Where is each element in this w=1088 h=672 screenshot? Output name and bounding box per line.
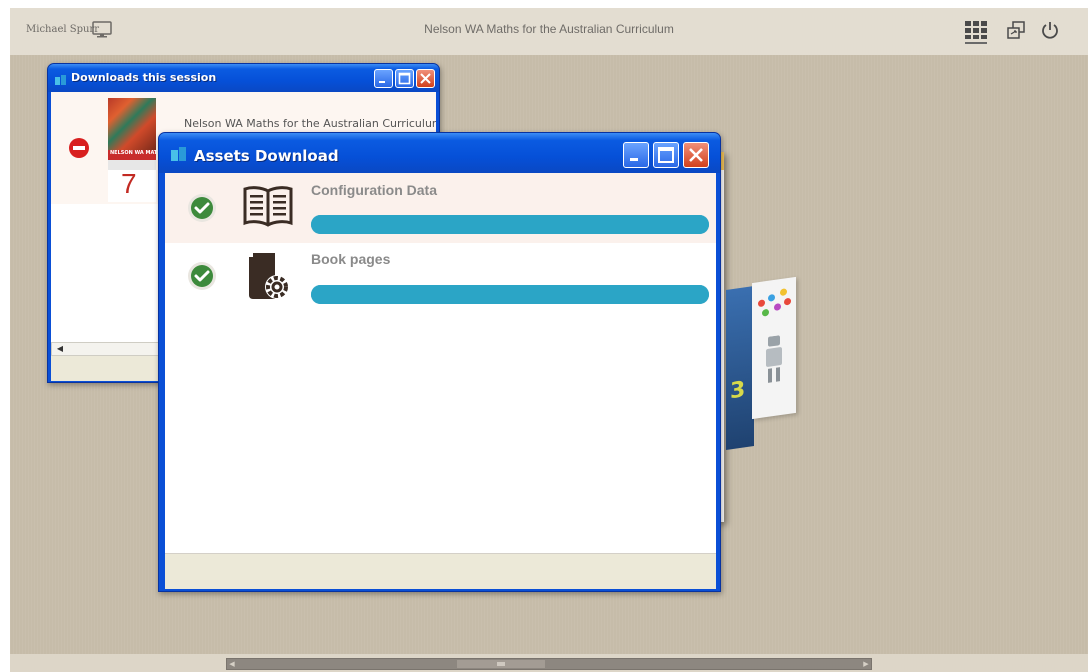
book-cover-blue[interactable]: 3 (726, 286, 754, 450)
bottom-bar: ◀ ▶ (10, 654, 1088, 672)
download-item-name: Nelson WA Maths for the Australian Curri… (184, 117, 436, 130)
close-icon (420, 73, 431, 84)
app-icon (171, 147, 187, 167)
close-button[interactable] (416, 69, 435, 88)
switch-window-icon[interactable] (1006, 20, 1026, 44)
asset-progress-bar (311, 215, 709, 234)
scroll-left-arrow-icon[interactable]: ◀ (227, 659, 237, 669)
list-item: Configuration Data (165, 173, 716, 243)
downloads-title: Downloads this session (71, 71, 217, 84)
app-title: Nelson WA Maths for the Australian Curri… (424, 22, 674, 36)
minimize-icon (379, 81, 385, 83)
book-settings-icon (245, 251, 289, 307)
minimize-button[interactable] (623, 142, 649, 168)
scrollbar-thumb[interactable] (457, 660, 545, 668)
grid-view-active-indicator (965, 42, 987, 44)
scroll-left-arrow-icon[interactable]: ◀ (53, 344, 67, 354)
top-bar: Michael Spurr Nelson WA Maths for the Au… (10, 8, 1088, 55)
maximize-button[interactable] (395, 69, 414, 88)
maximize-button[interactable] (653, 142, 679, 168)
minimize-icon (630, 158, 638, 161)
cover-brand: NELSON WA MATHS (110, 150, 166, 156)
book-digit: 3 (730, 377, 746, 405)
downloads-titlebar[interactable]: Downloads this session (48, 64, 439, 92)
assets-title: Assets Download (194, 147, 339, 165)
remove-icon[interactable] (68, 137, 90, 163)
book-cover-thumbnail: NELSON WA MATHS 7 (108, 98, 165, 202)
check-icon (187, 193, 217, 227)
app-icon (55, 72, 67, 91)
close-button[interactable] (683, 142, 709, 168)
assets-titlebar[interactable]: Assets Download (159, 133, 720, 173)
close-icon (689, 148, 703, 162)
check-icon (187, 261, 217, 295)
asset-label: Configuration Data (311, 182, 437, 198)
grid-view-icon[interactable] (965, 20, 987, 44)
progress-fill (311, 285, 709, 304)
shelf-scrollbar[interactable]: ◀ ▶ (226, 658, 872, 670)
assets-statusbar (165, 553, 716, 589)
list-item: Book pages (165, 243, 716, 313)
maximize-icon (398, 72, 411, 85)
minimize-button[interactable] (374, 69, 393, 88)
cover-photo (108, 98, 156, 150)
power-icon[interactable] (1041, 20, 1059, 44)
assets-list: Configuration Data Book pages (165, 173, 716, 553)
downloads-hscrollbar[interactable]: ◀ (51, 342, 171, 356)
progress-fill (311, 215, 709, 234)
cover-number: 7 (121, 168, 137, 199)
maximize-icon (658, 147, 674, 163)
open-book-icon (243, 185, 293, 231)
scrollbar-grip (497, 662, 505, 666)
asset-progress-bar (311, 285, 709, 304)
assets-download-window: Assets Download Configuration Data Book … (158, 132, 721, 592)
asset-label: Book pages (311, 251, 391, 267)
book-cover-candy[interactable] (752, 276, 796, 420)
robot-illustration-icon (766, 335, 782, 383)
scroll-right-arrow-icon[interactable]: ▶ (861, 659, 871, 669)
